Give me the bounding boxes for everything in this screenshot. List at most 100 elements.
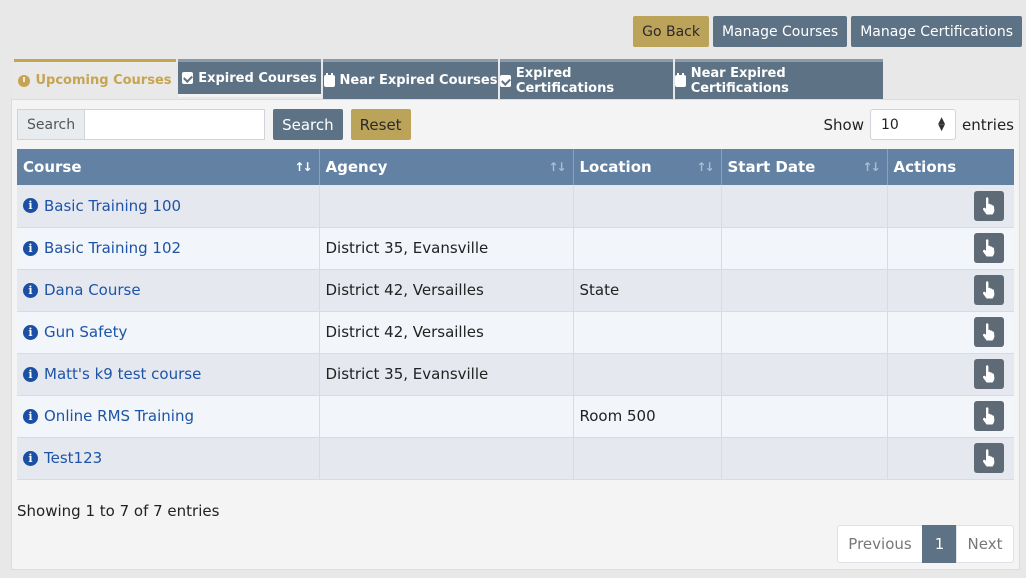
cell-course: i Dana Course [17,269,320,312]
content-panel: Search Search Reset Show 10 ▲ ▼ entries C… [11,99,1020,570]
reset-button[interactable]: Reset [350,109,411,140]
cell-course: i Basic Training 102 [17,227,320,270]
hand-pointer-icon [981,449,997,467]
tab-label: Upcoming Courses [35,73,172,88]
cell-start-date [721,395,888,438]
top-actions: Go Back Manage Courses Manage Certificat… [633,16,1022,47]
info-icon[interactable]: i [23,408,38,424]
tab-near-expired-certifications[interactable]: Near Expired Certifications [675,59,883,99]
cell-actions [887,311,1014,354]
hand-pointer-icon [981,407,997,425]
tab-expired-courses[interactable]: Expired Courses [178,59,321,97]
search-label: Search [17,109,85,140]
column-header-actions: Actions [887,149,1014,185]
table-row: i Dana Course District 42, Versailles State [17,269,1014,312]
tab-expired-certifications[interactable]: Expired Certifications [500,59,673,99]
info-icon[interactable]: i [23,282,38,298]
hand-pointer-icon [981,323,997,341]
hand-pointer-icon [981,365,997,383]
column-header-location[interactable]: Location ↑↓ [573,149,722,185]
courses-table: Course ↑↓ Agency ↑↓ Location ↑↓ Start Date ↑… [17,149,1014,480]
select-course-button[interactable] [974,359,1004,389]
next-page-button[interactable]: Next [956,525,1014,563]
table-header-row: Course ↑↓ Agency ↑↓ Location ↑↓ Start Date ↑… [17,149,1014,185]
select-course-button[interactable] [974,401,1004,431]
cell-course: i Gun Safety [17,311,320,354]
cell-agency [319,185,574,228]
cell-location [573,353,722,396]
info-icon[interactable]: i [23,240,38,256]
calendar-icon [323,72,335,87]
cell-location: Room 500 [573,395,722,438]
tab-upcoming-courses[interactable]: Upcoming Courses [14,59,176,99]
cell-start-date [721,311,888,354]
cell-location [573,311,722,354]
tab-near-expired-courses[interactable]: Near Expired Courses [323,59,498,99]
table-row: i Test123 [17,437,1014,480]
select-course-button[interactable] [974,443,1004,473]
calendar-check-icon [500,74,511,87]
column-header-start-date[interactable]: Start Date ↑↓ [721,149,888,185]
cell-agency: District 42, Versailles [319,269,574,312]
tab-label: Near Expired Certifications [690,65,789,96]
hand-pointer-icon [981,281,997,299]
cell-agency [319,437,574,480]
entries-label: entries [962,115,1014,134]
table-row: i Gun Safety District 42, Versailles [17,311,1014,354]
course-link[interactable]: Matt's k9 test course [44,365,201,383]
show-label: Show [823,115,864,134]
tab-label: Near Expired Courses [339,73,498,88]
cell-start-date [721,227,888,270]
search-bar: Search Search Reset [17,109,411,140]
sort-icon: ↑↓ [548,160,566,174]
cell-course: i Basic Training 100 [17,185,320,228]
cell-course: i Test123 [17,437,320,480]
select-course-button[interactable] [974,190,1004,221]
info-icon[interactable]: i [23,366,38,382]
info-icon[interactable]: i [23,324,38,340]
course-link[interactable]: Basic Training 100 [44,197,181,215]
course-link[interactable]: Online RMS Training [44,407,194,425]
info-icon[interactable]: i [23,198,38,214]
cell-actions [887,353,1014,396]
cell-actions [887,269,1014,312]
sort-icon: ↑↓ [696,160,714,174]
calendar-check-icon [182,72,194,84]
select-course-button[interactable] [974,233,1004,263]
entries-value: 10 [881,116,899,133]
select-course-button[interactable] [974,275,1004,305]
info-icon[interactable]: i [23,450,38,466]
cell-start-date [721,353,888,396]
hand-pointer-icon [981,196,997,215]
entries-select[interactable]: 10 ▲ ▼ [870,109,956,140]
cell-location [573,185,722,228]
cell-start-date [721,269,888,312]
column-header-course[interactable]: Course ↑↓ [17,149,320,185]
course-link[interactable]: Test123 [44,449,102,467]
manage-courses-button[interactable]: Manage Courses [712,16,848,47]
select-arrows-icon: ▲ ▼ [938,115,945,133]
cell-actions [887,185,1014,228]
cell-agency: District 35, Evansville [319,227,574,270]
tab-bar: Upcoming Courses Expired Courses Near Ex… [14,59,883,99]
table-row: i Matt's k9 test course District 35, Evans… [17,353,1014,396]
hand-pointer-icon [981,239,997,257]
previous-page-button[interactable]: Previous [837,525,923,563]
manage-certifications-button[interactable]: Manage Certifications [851,16,1022,47]
table-info: Showing 1 to 7 of 7 entries [17,502,220,520]
page-1-button[interactable]: 1 [922,525,957,563]
select-course-button[interactable] [974,317,1004,347]
search-input[interactable] [84,109,266,140]
course-link[interactable]: Gun Safety [44,323,127,341]
entries-length: Show 10 ▲ ▼ entries [824,109,1014,140]
cell-actions [887,437,1014,480]
cell-agency: District 35, Evansville [319,353,574,396]
go-back-button[interactable]: Go Back [633,16,709,47]
course-link[interactable]: Dana Course [44,281,141,299]
column-header-agency[interactable]: Agency ↑↓ [319,149,574,185]
tab-label: Expired Courses [198,70,317,86]
course-link[interactable]: Basic Training 102 [44,239,181,257]
sort-icon: ↑↓ [294,160,312,174]
search-button[interactable]: Search [273,109,343,140]
tab-label: Expired Certifications [515,65,615,96]
